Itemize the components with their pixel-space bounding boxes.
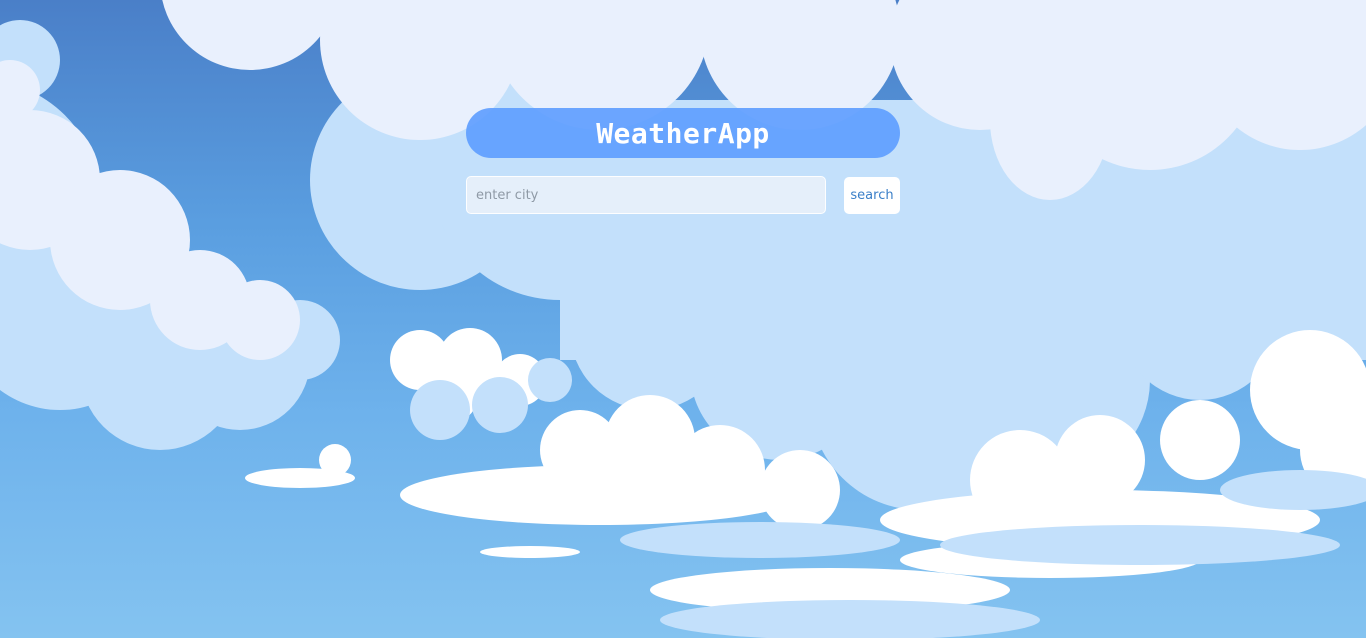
- app-title-bar: WeatherApp: [466, 108, 900, 158]
- city-search-input[interactable]: [466, 176, 826, 214]
- app-title: WeatherApp: [596, 116, 770, 150]
- weather-app-panel: WeatherApp search: [466, 108, 900, 214]
- search-row: search: [466, 176, 900, 214]
- search-button[interactable]: search: [844, 176, 900, 214]
- sky-clouds-background: [0, 0, 1366, 638]
